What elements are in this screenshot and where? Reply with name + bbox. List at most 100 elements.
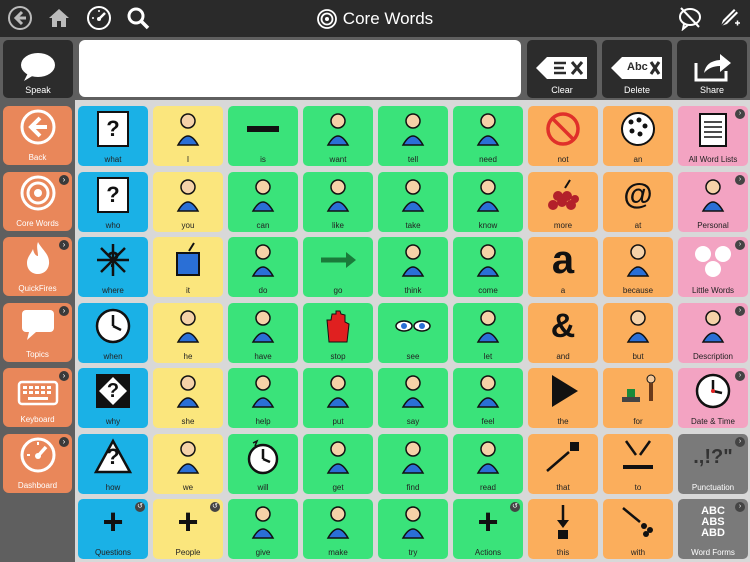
- a-symbol-text: a: [551, 238, 575, 282]
- word-button-like[interactable]: like: [303, 171, 373, 232]
- word-label: when: [103, 351, 123, 361]
- word-label: to: [634, 482, 642, 492]
- word-button-will[interactable]: will: [228, 433, 298, 494]
- word-button-we[interactable]: we: [153, 433, 223, 494]
- word-button-personal[interactable]: › Personal: [678, 171, 748, 232]
- make-symbol-icon: [317, 502, 359, 542]
- what-symbol-icon: ?: [92, 109, 134, 149]
- nav-keyboard-button[interactable]: › Keyboard: [3, 368, 72, 427]
- can-symbol-icon: [242, 175, 284, 215]
- word-button-do[interactable]: do: [228, 237, 298, 297]
- nav-core-words-button[interactable]: › Core Words: [3, 171, 72, 231]
- word-button-what[interactable]: ? what: [78, 106, 148, 166]
- word-button-not[interactable]: not: [528, 106, 598, 166]
- word-button-this[interactable]: this: [528, 499, 598, 559]
- word-button-feel[interactable]: feel: [453, 368, 523, 428]
- word-button-people[interactable]: ↺ + People: [153, 499, 223, 559]
- word-button-have[interactable]: have: [228, 302, 298, 363]
- word-button-actions[interactable]: ↺ + Actions: [453, 499, 523, 559]
- word-button-with[interactable]: with: [603, 499, 673, 559]
- word-label: try: [408, 548, 418, 557]
- word-button-he[interactable]: he: [153, 302, 223, 363]
- word-button-put[interactable]: put: [303, 368, 373, 428]
- because-symbol-icon: [617, 240, 659, 280]
- word-button-why[interactable]: ? why: [78, 368, 148, 428]
- word-button-try[interactable]: try: [378, 499, 448, 559]
- word-button-help[interactable]: help: [228, 368, 298, 428]
- word-button-see[interactable]: see: [378, 302, 448, 363]
- word-button-punctuation[interactable]: › .,!?" Punctuation: [678, 433, 748, 494]
- word-label: All Word Lists: [688, 155, 738, 164]
- word-button-i[interactable]: I: [153, 106, 223, 166]
- nav-dashboard-button[interactable]: › Dashboard: [3, 433, 72, 493]
- word-button-word-forms[interactable]: › ABC ABS ABD Word Forms: [678, 499, 748, 559]
- word-button-is[interactable]: is: [228, 106, 298, 166]
- word-button-let[interactable]: let: [453, 302, 523, 363]
- nav-topics-button[interactable]: › Topics: [3, 302, 72, 362]
- word-button-need[interactable]: need: [453, 106, 523, 166]
- more-symbol-icon: [542, 175, 584, 215]
- word-button-read[interactable]: read: [453, 433, 523, 494]
- word-button-say[interactable]: say: [378, 368, 448, 428]
- word-button-stop[interactable]: stop: [303, 302, 373, 363]
- like-symbol-icon: [317, 175, 359, 215]
- word-button-get[interactable]: get: [303, 433, 373, 494]
- word-button-it[interactable]: it: [153, 237, 223, 297]
- word-button-at[interactable]: @ at: [603, 171, 673, 232]
- search-icon[interactable]: [124, 4, 152, 32]
- word-button-because[interactable]: because: [603, 237, 673, 297]
- word-button-and[interactable]: & and: [528, 302, 598, 363]
- folder-link-icon: ›: [735, 240, 745, 250]
- word-button-but[interactable]: but: [603, 302, 673, 363]
- word-button-a[interactable]: aa: [528, 237, 598, 297]
- word-button-an[interactable]: an: [603, 106, 673, 166]
- flame-icon: [19, 239, 57, 282]
- word-button-the[interactable]: the: [528, 368, 598, 428]
- nav-back-button[interactable]: Back: [3, 106, 72, 165]
- word-button-where[interactable]: ? where: [78, 237, 148, 297]
- word-button-know[interactable]: know: [453, 171, 523, 232]
- word-button-description[interactable]: › Description: [678, 302, 748, 363]
- dashboard-gauge-icon[interactable]: [85, 4, 113, 32]
- nav-quickfires-button[interactable]: › QuickFires: [3, 237, 72, 296]
- word-button-that[interactable]: that: [528, 433, 598, 494]
- word-button-can[interactable]: can: [228, 171, 298, 232]
- word-button-for[interactable]: for: [603, 368, 673, 428]
- speech-off-icon[interactable]: [676, 4, 704, 32]
- word-button-little-words[interactable]: › Little Words: [678, 237, 748, 297]
- word-button-more[interactable]: more: [528, 171, 598, 232]
- message-window[interactable]: [79, 40, 521, 97]
- word-button-how[interactable]: ? how: [78, 433, 148, 494]
- word-button-tell[interactable]: tell: [378, 106, 448, 166]
- back-arrow-icon[interactable]: [6, 4, 34, 32]
- word-button-want[interactable]: want: [303, 106, 373, 166]
- stop-symbol-icon: [317, 306, 359, 346]
- share-button[interactable]: Share: [677, 40, 747, 98]
- speak-button[interactable]: Speak: [3, 40, 73, 98]
- word-button-when[interactable]: when: [78, 302, 148, 363]
- share-icon: [694, 54, 731, 82]
- home-icon[interactable]: [45, 4, 73, 32]
- punctuation-symbol-text: .,!?": [693, 445, 733, 468]
- word-button-make[interactable]: make: [303, 499, 373, 559]
- clear-button[interactable]: Clear: [527, 40, 597, 98]
- word-button-think[interactable]: think: [378, 237, 448, 297]
- back-arrow-icon: [19, 108, 57, 151]
- word-button-go[interactable]: go: [303, 237, 373, 297]
- word-button-who[interactable]: ? who: [78, 171, 148, 232]
- think-symbol-icon: [392, 240, 434, 280]
- delete-button[interactable]: Abc Delete: [602, 40, 672, 98]
- word-button-she[interactable]: she: [153, 368, 223, 428]
- word-button-come[interactable]: come: [453, 237, 523, 297]
- word-button-date-time[interactable]: › Date & Time: [678, 368, 748, 428]
- word-button-all-word-lists[interactable]: › All Word Lists: [678, 106, 748, 166]
- word-button-you[interactable]: you: [153, 171, 223, 232]
- word-button-to[interactable]: to: [603, 433, 673, 494]
- know-symbol-icon: [467, 175, 509, 215]
- word-label: she: [181, 417, 195, 426]
- word-button-find[interactable]: find: [378, 433, 448, 494]
- edit-pencil-icon[interactable]: [715, 4, 743, 32]
- word-button-questions[interactable]: ↺ + Questions: [78, 499, 148, 559]
- word-button-take[interactable]: take: [378, 171, 448, 232]
- word-button-give[interactable]: give: [228, 499, 298, 559]
